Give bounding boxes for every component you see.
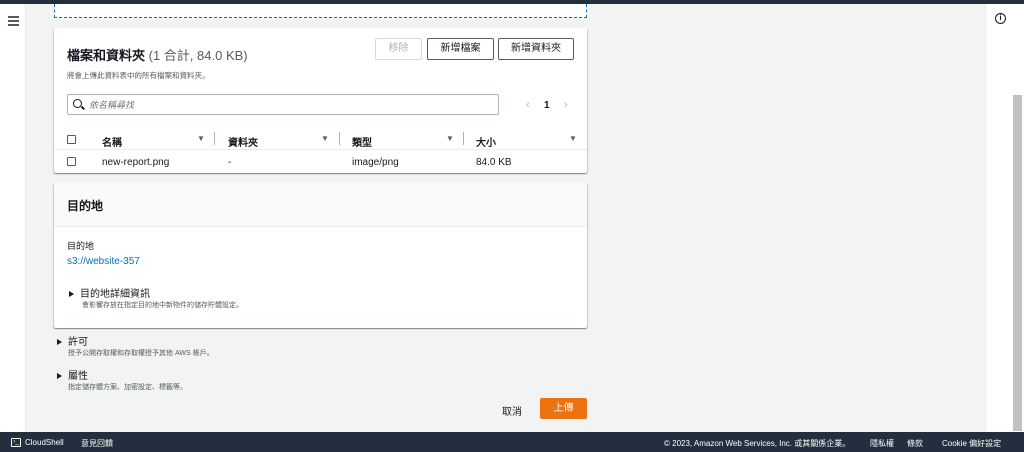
select-all-checkbox[interactable] [67, 135, 76, 144]
caret-right-icon [57, 339, 62, 346]
column-divider[interactable] [339, 132, 340, 145]
terms-link[interactable]: 條款 [907, 438, 923, 449]
destination-bucket-link[interactable]: s3://website-357 [67, 256, 140, 267]
files-total-count: (1 合計, 84.0 KB) [148, 48, 248, 63]
terminal-icon[interactable]: ›_ [11, 438, 21, 447]
add-folder-button[interactable]: 新增資料夾 [498, 38, 574, 60]
column-header-folder[interactable]: 資料夾 [228, 134, 258, 149]
privacy-link[interactable]: 隱私權 [870, 438, 894, 449]
column-divider[interactable] [214, 132, 215, 145]
destination-panel-header: 目的地 [54, 183, 587, 227]
column-header-name[interactable]: 名稱 [102, 134, 122, 149]
files-panel-description: 將會上傳此資料表中的所有檔案和資料夾。 [67, 71, 210, 80]
destination-details-description: 會影響存放在指定目的地中新物件的儲存貯體設定。 [82, 302, 243, 309]
files-table-header: 名稱 ▼ 資料夾 ▼ 類型 ▼ 大小 ▼ [54, 128, 587, 150]
caret-right-icon [57, 373, 62, 380]
destination-details-title: 目的地詳細資訊 [80, 289, 150, 300]
cancel-button[interactable]: 取消 [502, 403, 522, 418]
permissions-expander[interactable]: 許可 [57, 333, 88, 348]
column-header-type[interactable]: 類型 [352, 134, 372, 149]
search-input[interactable] [89, 97, 489, 112]
remove-button[interactable]: 移除 [375, 38, 422, 60]
copyright-text: © 2023, Amazon Web Services, Inc. 或其關係企業… [664, 439, 851, 448]
pagination-next-button[interactable]: › [564, 99, 568, 111]
add-files-button[interactable]: 新增檔案 [427, 38, 494, 60]
upload-dropzone[interactable] [54, 4, 587, 18]
permissions-description: 授予公開存取權和存取權授予其他 AWS 帳戶。 [68, 350, 214, 357]
destination-panel-title: 目的地 [67, 199, 104, 213]
column-header-size[interactable]: 大小 [476, 134, 496, 149]
search-field[interactable] [67, 94, 499, 115]
permissions-title: 許可 [68, 337, 88, 348]
file-folder-cell: - [228, 157, 232, 168]
properties-description: 指定儲存體方案、加密設定、標籤等。 [68, 384, 187, 391]
properties-title: 屬性 [68, 371, 88, 382]
console-footer: ›_ CloudShell 意見回饋 © 2023, Amazon Web Se… [0, 432, 1024, 452]
cookie-preferences-link[interactable]: Cookie 偏好設定 [942, 438, 1001, 449]
sort-down-icon[interactable]: ▼ [197, 134, 205, 143]
cloudshell-link[interactable]: CloudShell [25, 438, 64, 447]
sort-down-icon[interactable]: ▼ [569, 134, 577, 143]
upload-button[interactable]: 上傳 [540, 398, 587, 419]
caret-right-icon [69, 291, 74, 298]
destination-label: 目的地 [67, 241, 95, 251]
files-panel-title: 檔案和資料夾 (1 合計, 84.0 KB) [67, 45, 248, 64]
search-icon [73, 99, 82, 108]
files-and-folders-panel: 檔案和資料夾 (1 合計, 84.0 KB) 將會上傳此資料表中的所有檔案和資料… [54, 28, 587, 173]
column-divider[interactable] [463, 132, 464, 145]
row-checkbox[interactable] [67, 157, 76, 166]
table-row[interactable]: new-report.png - image/png 84.0 KB [54, 152, 587, 172]
pagination-previous-button[interactable]: ‹ [526, 99, 530, 111]
file-type-cell: image/png [352, 157, 399, 168]
destination-details-expander[interactable]: 目的地詳細資訊 [69, 285, 150, 300]
file-name-cell: new-report.png [102, 157, 170, 168]
info-icon[interactable]: i [995, 13, 1006, 24]
file-size-cell: 84.0 KB [476, 157, 512, 168]
page-scrollbar[interactable] [1013, 95, 1022, 431]
left-navigation-rail [0, 4, 26, 432]
feedback-link[interactable]: 意見回饋 [81, 438, 113, 449]
sort-down-icon[interactable]: ▼ [321, 134, 329, 143]
sort-down-icon[interactable]: ▼ [446, 134, 454, 143]
pagination-current-page[interactable]: 1 [544, 100, 550, 111]
properties-expander[interactable]: 屬性 [57, 367, 88, 382]
destination-panel: 目的地 目的地 s3://website-357 目的地詳細資訊 會影響存放在指… [54, 183, 587, 328]
files-panel-heading: 檔案和資料夾 [67, 48, 146, 63]
hamburger-menu-icon[interactable] [8, 16, 19, 26]
